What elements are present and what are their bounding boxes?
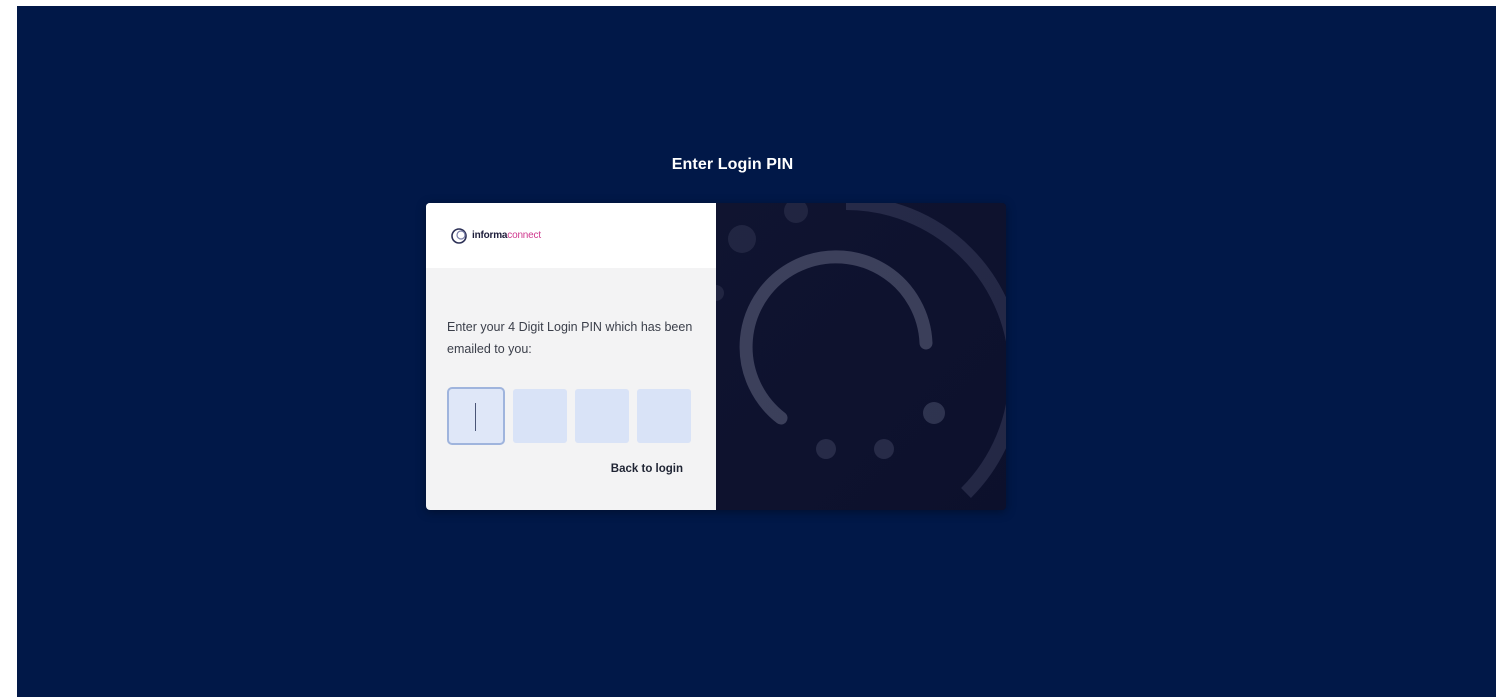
pin-instructions: Enter your 4 Digit Login PIN which has b… (447, 320, 693, 356)
page-background: Enter Login PIN informaconnect Enter you… (17, 6, 1496, 697)
decorative-rings-graphic (716, 203, 1006, 510)
page-title: Enter Login PIN (671, 156, 794, 173)
brand-name-part1: informa (472, 230, 508, 241)
pin-digit-1[interactable] (447, 387, 505, 445)
brand-name-part2: connect (507, 230, 541, 241)
back-to-login-link[interactable]: Back to login (611, 463, 683, 475)
decorative-panel (716, 203, 1006, 510)
pin-digit-2[interactable] (513, 389, 567, 443)
pin-form-panel: informaconnect Enter your 4 Digit Login … (426, 203, 716, 510)
brand-logo-text: informaconnect (472, 230, 541, 241)
login-pin-card: informaconnect Enter your 4 Digit Login … (426, 203, 1006, 510)
pin-digit-1-wrap (447, 387, 505, 445)
pin-input-group (447, 387, 691, 445)
pin-digit-3[interactable] (575, 389, 629, 443)
informa-logo-icon (450, 227, 468, 245)
pin-digit-4[interactable] (637, 389, 691, 443)
text-cursor (475, 403, 476, 431)
logo-bar: informaconnect (426, 203, 716, 268)
